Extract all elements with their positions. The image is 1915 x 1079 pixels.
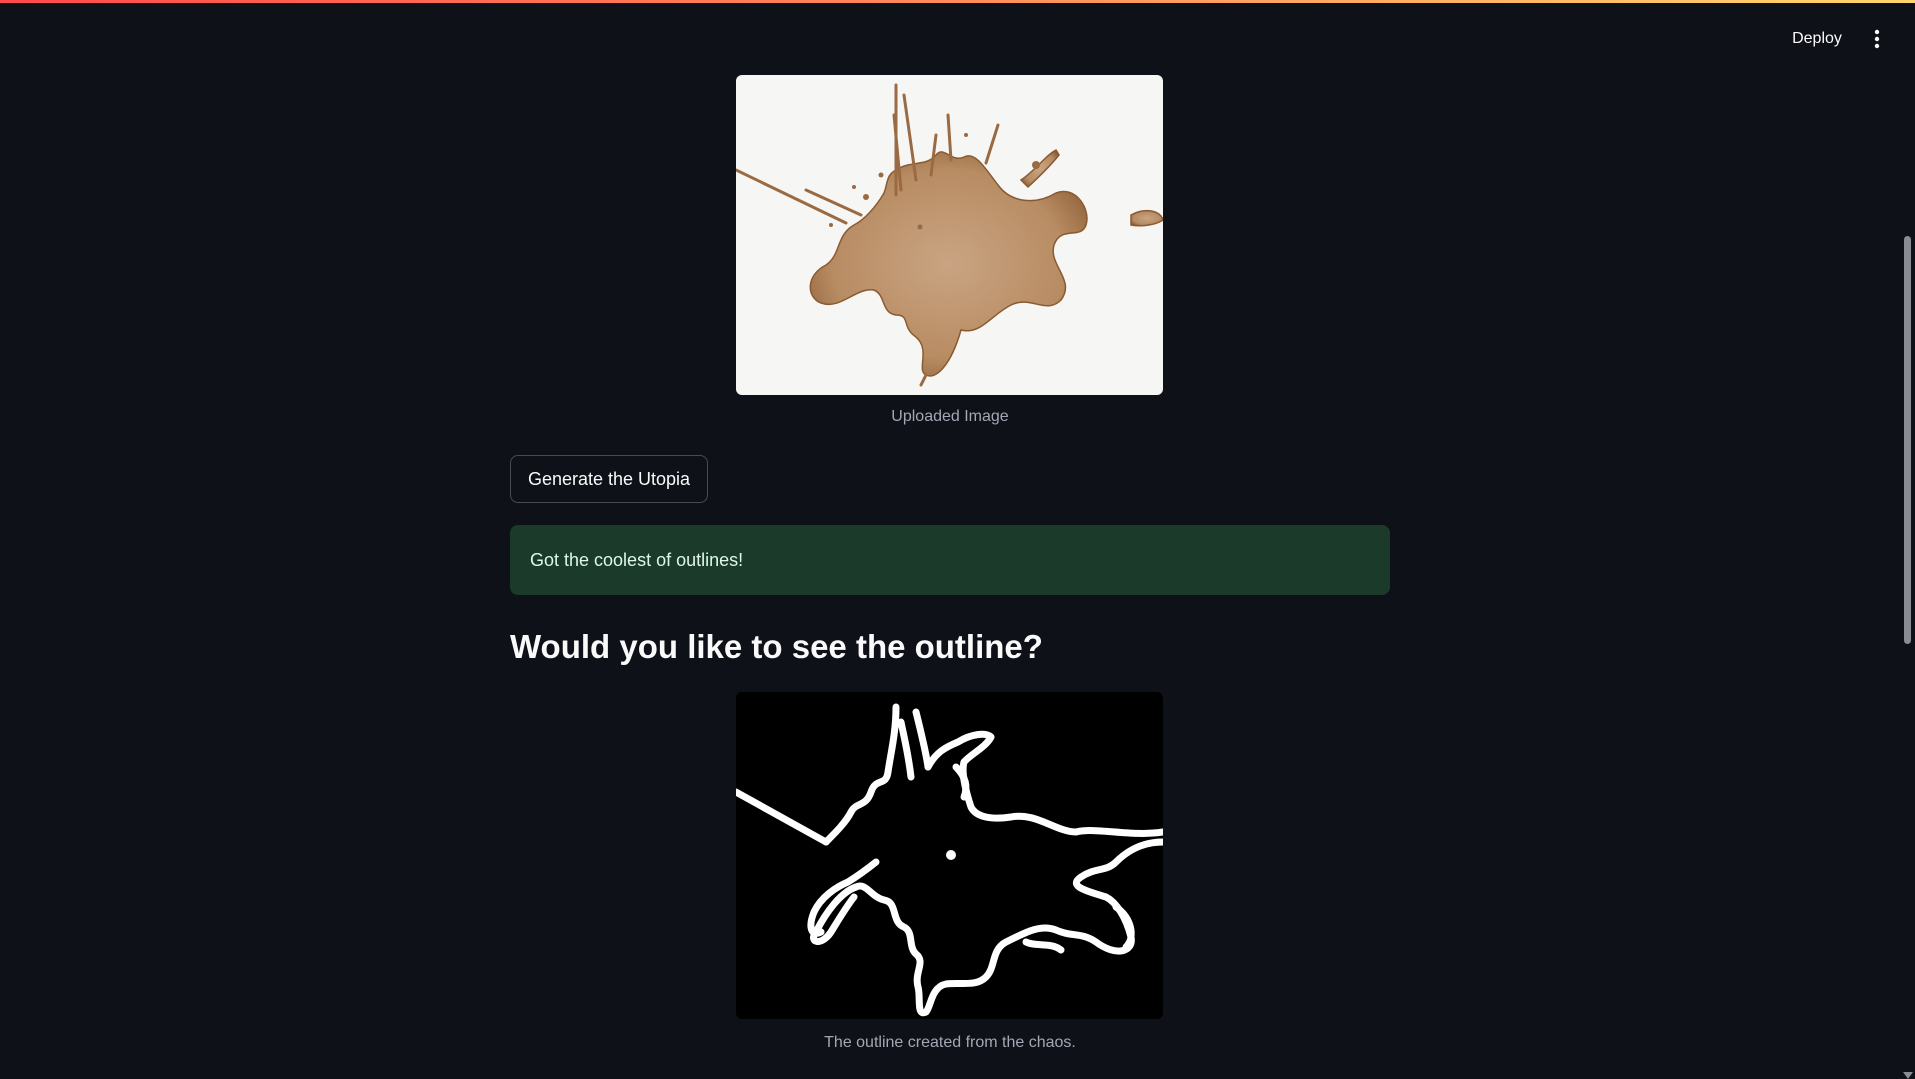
generate-utopia-button[interactable]: Generate the Utopia <box>510 455 708 503</box>
outline-section-heading: Would you like to see the outline? <box>510 628 1043 665</box>
uploaded-image-caption: Uploaded Image <box>891 408 1009 425</box>
deploy-button[interactable]: Deploy <box>1780 22 1854 56</box>
scrollbar-thumb[interactable] <box>1904 236 1911 644</box>
vertical-ellipsis-icon <box>1874 29 1880 49</box>
uploaded-image <box>736 75 1163 395</box>
main-content: Uploaded Image Generate the Utopia Got t… <box>510 0 1390 1079</box>
success-alert: Got the coolest of outlines! <box>510 525 1390 595</box>
outline-image-caption: The outline created from the chaos. <box>824 1034 1076 1051</box>
main-menu-button[interactable] <box>1862 22 1892 56</box>
page-scrollbar[interactable] <box>1901 0 1915 1079</box>
success-alert-message: Got the coolest of outlines! <box>530 549 744 570</box>
scroll-down-arrow-icon[interactable] <box>1903 1072 1913 1079</box>
outline-image <box>736 692 1163 1019</box>
